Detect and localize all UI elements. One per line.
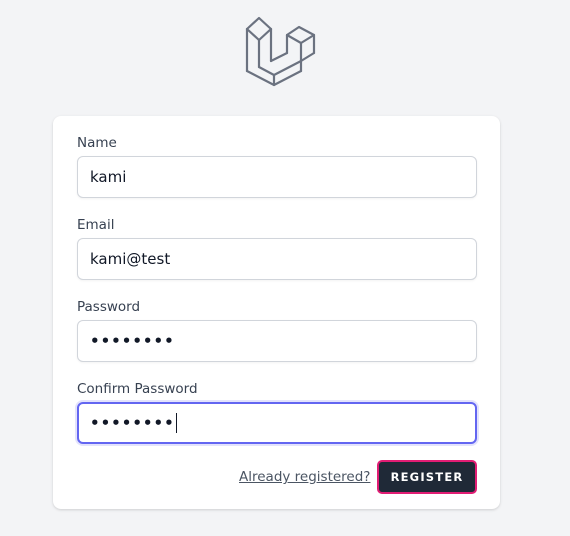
- text-caret: [175, 413, 177, 433]
- email-label: Email: [77, 217, 115, 233]
- confirm-password-input-mask: ••••••••: [90, 414, 175, 432]
- name-input[interactable]: kami: [77, 156, 477, 198]
- already-registered-link[interactable]: Already registered?: [239, 468, 370, 486]
- name-input-value: kami: [90, 168, 127, 186]
- password-input[interactable]: ••••••••: [77, 320, 477, 362]
- email-input-value: kami@test: [90, 250, 171, 268]
- confirm-password-label: Confirm Password: [77, 381, 198, 397]
- confirm-password-input[interactable]: ••••••••: [77, 402, 477, 444]
- laravel-logo-icon: [245, 16, 316, 87]
- password-input-mask: ••••••••: [90, 332, 175, 350]
- password-label: Password: [77, 299, 141, 315]
- register-button[interactable]: REGISTER: [377, 460, 477, 494]
- register-page: Name kami Email kami@test Password •••••…: [0, 0, 570, 536]
- email-input[interactable]: kami@test: [77, 238, 477, 280]
- name-label: Name: [77, 135, 117, 151]
- register-form-card: Name kami Email kami@test Password •••••…: [53, 116, 500, 509]
